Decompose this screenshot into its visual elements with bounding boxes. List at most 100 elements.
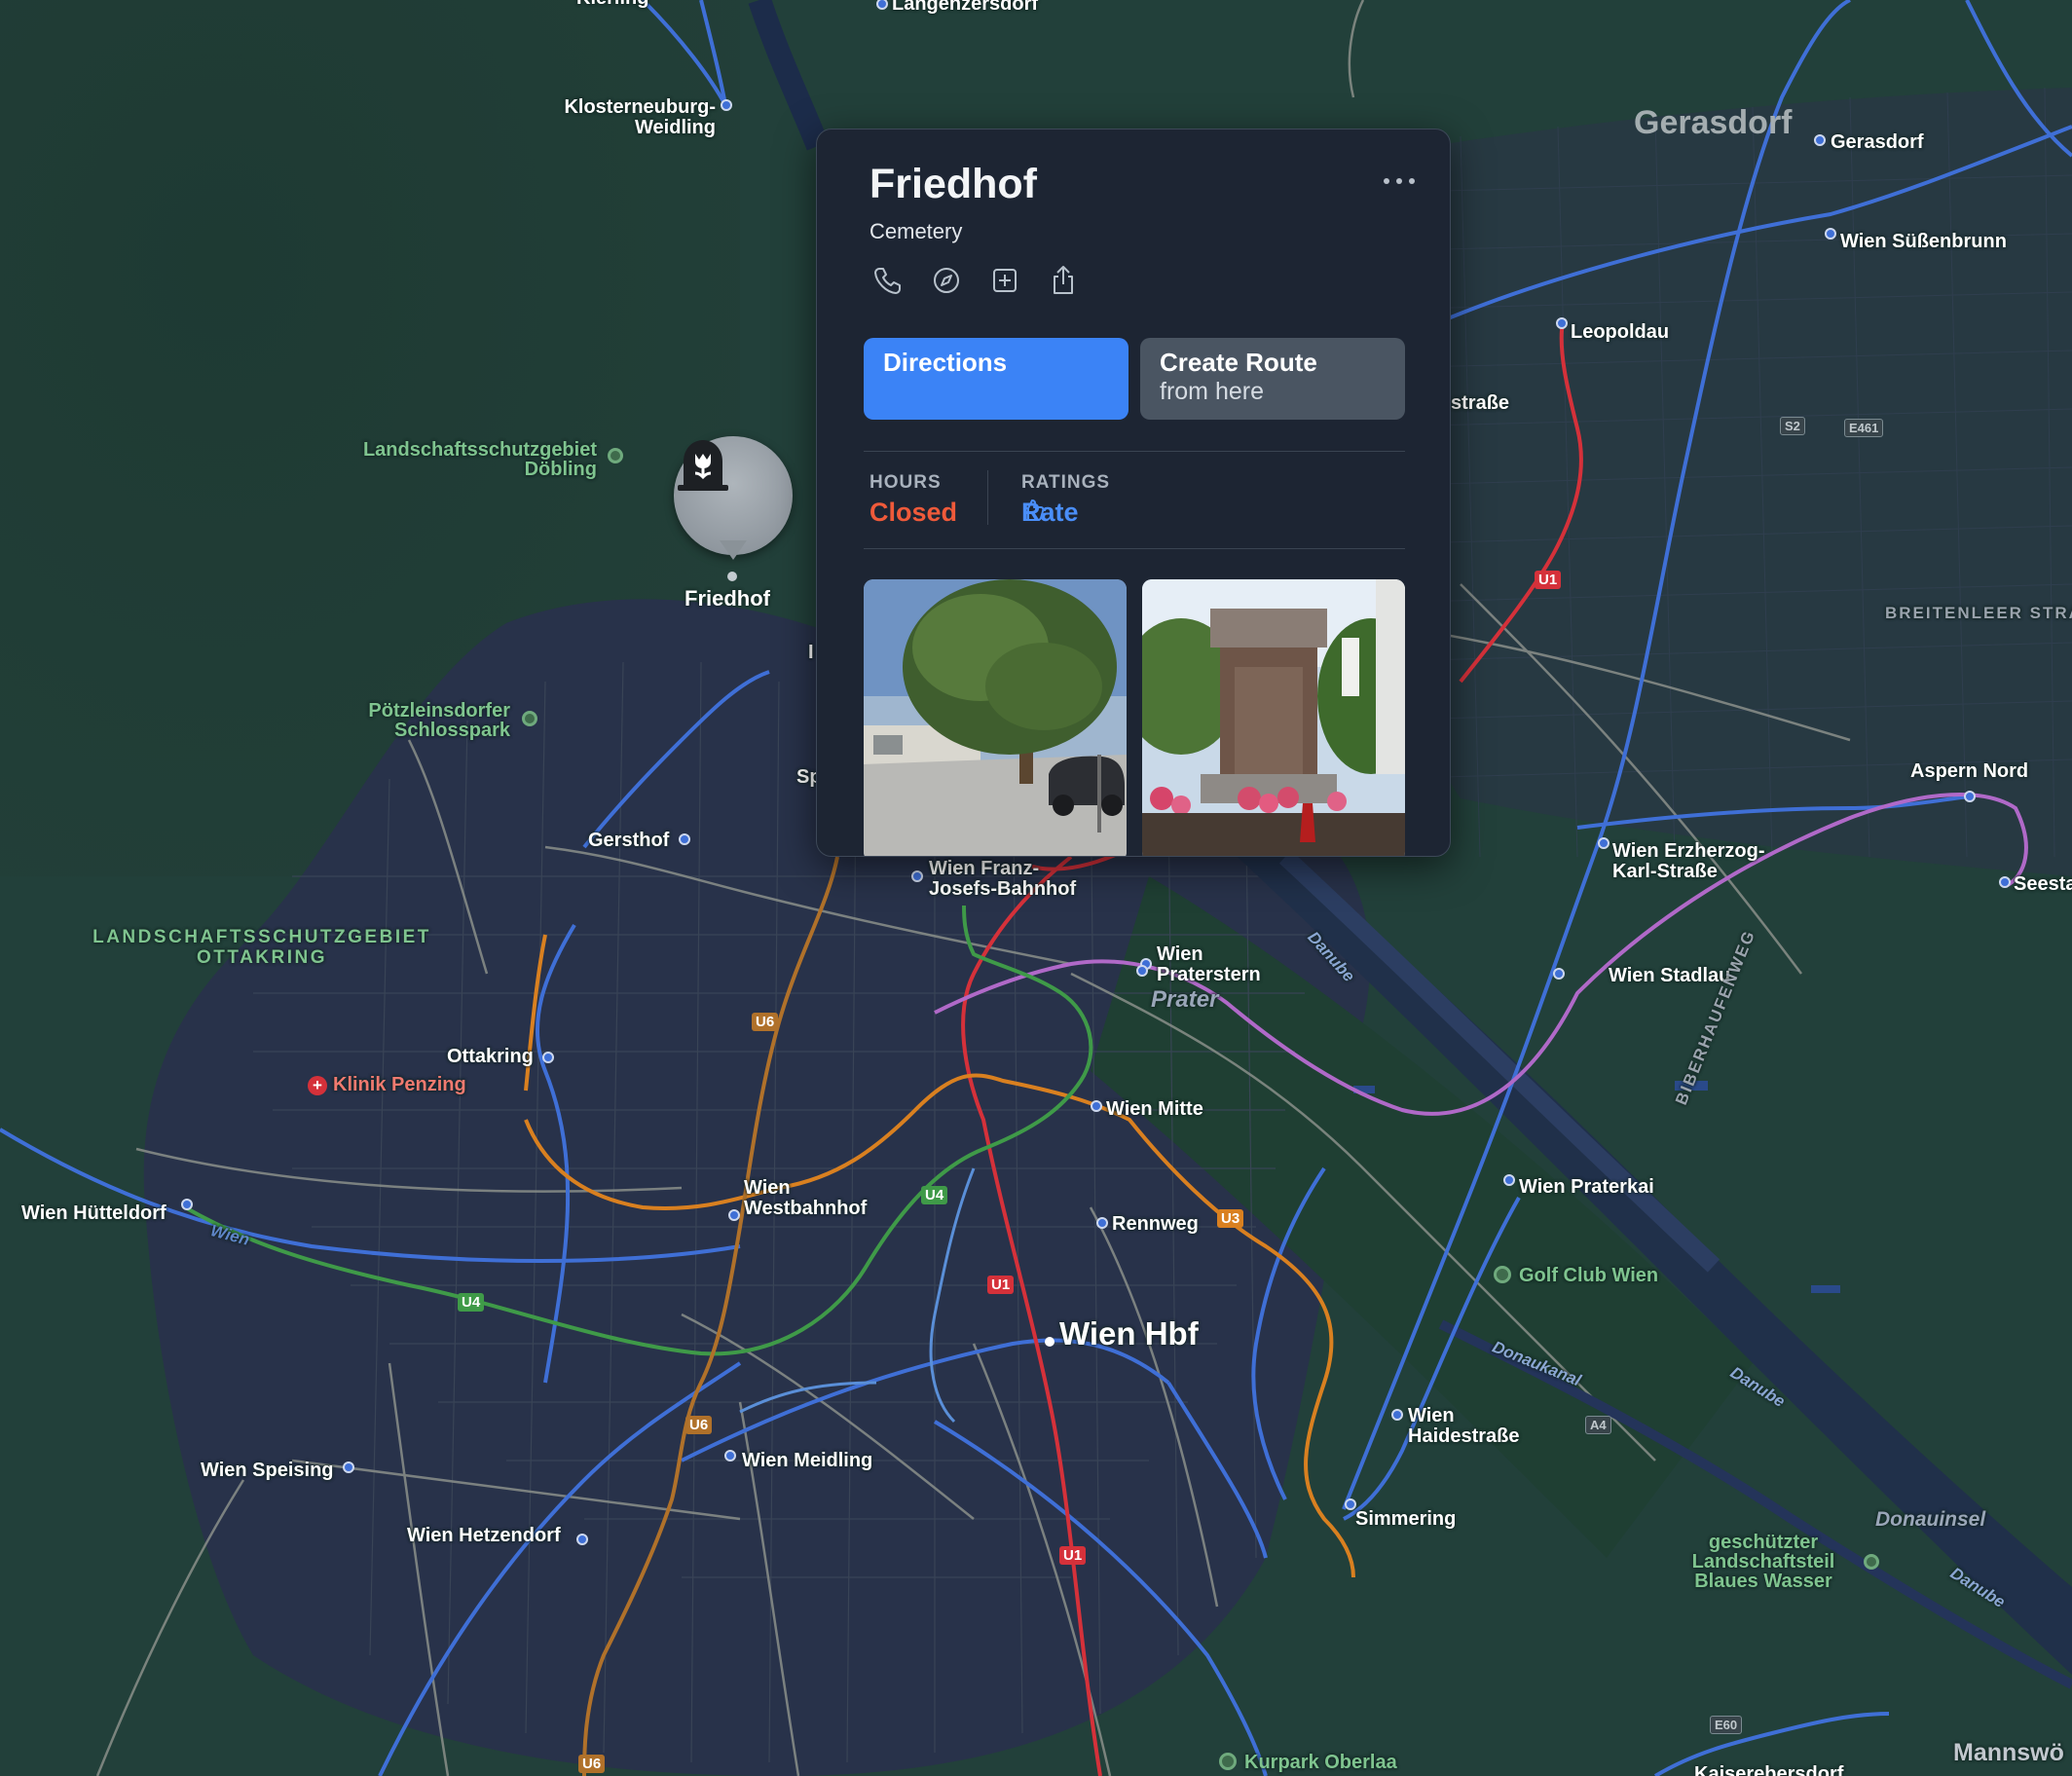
- create-route-sublabel: from here: [1160, 378, 1264, 405]
- divider: [864, 548, 1405, 549]
- rate-button[interactable]: Rate: [1021, 498, 1079, 528]
- dot: [1384, 178, 1389, 184]
- label-golf-text: Golf Club Wien: [1519, 1265, 1659, 1286]
- website-button[interactable]: [930, 264, 963, 297]
- label-golf: Golf Club Wien: [1494, 1266, 1658, 1285]
- add-icon: [993, 269, 1017, 292]
- label-stadlau: Wien Stadlau: [1609, 965, 1731, 986]
- line-shield-u6: U6: [752, 1013, 779, 1031]
- label-seestadt: Seesta: [2014, 873, 2072, 895]
- label-praterstern: Wien Praterstern: [1157, 944, 1261, 985]
- park-marker-doebling[interactable]: [608, 448, 623, 463]
- label-blaues-wasser: geschützter Landschaftsteil Blaues Wasse…: [1691, 1532, 1835, 1592]
- label-prater: Prater: [1151, 986, 1219, 1013]
- line-shield-u4: U4: [921, 1186, 948, 1204]
- thumbs-up-icon: [1023, 500, 1045, 521]
- share-button[interactable]: [1047, 264, 1080, 297]
- dot: [1409, 178, 1415, 184]
- directions-label: Directions: [883, 348, 1008, 377]
- label-donauinsel: Donauinsel: [1875, 1508, 1986, 1531]
- phone-icon: [874, 268, 901, 294]
- dot: [1396, 178, 1402, 184]
- label-hbf: Wien Hbf: [1059, 1315, 1199, 1351]
- cemetery-pin[interactable]: [674, 436, 793, 555]
- label-klosterneuburg: Klosterneuburg- Weidling: [564, 96, 716, 138]
- label-simmering: Simmering: [1355, 1508, 1457, 1530]
- label-park-ottakring: LANDSCHAFTSSCHUTZGEBIET OTTAKRING: [92, 927, 431, 968]
- line-shield-u4: U4: [458, 1293, 485, 1312]
- ratings-label: RATINGS: [1021, 472, 1111, 493]
- label-hetzendorf: Wien Hetzendorf: [407, 1525, 561, 1546]
- kurpark-marker[interactable]: [1219, 1753, 1237, 1770]
- label-franz-josefs: Wien Franz- Josefs-Bahnhof: [929, 858, 1077, 900]
- road-shield-a4: A4: [1585, 1416, 1611, 1434]
- label-gerasdorf-area: Gerasdorf: [1634, 104, 1793, 141]
- hours-status: Closed: [870, 498, 958, 527]
- label-aspern: Aspern Nord: [1910, 760, 2029, 782]
- label-gerasdorf: Gerasdorf: [1831, 131, 1924, 153]
- line-shield-u1: U1: [1535, 571, 1562, 589]
- label-huetteldorf: Wien Hütteldorf: [21, 1202, 166, 1224]
- photo-street[interactable]: [864, 579, 1127, 856]
- label-rennweg: Rennweg: [1112, 1213, 1199, 1235]
- line-shield-u6: U6: [685, 1416, 713, 1434]
- pin-location-dot: [727, 572, 737, 581]
- road-shield-s2: S2: [1780, 417, 1805, 435]
- label-mitte: Wien Mitte: [1106, 1098, 1203, 1120]
- divider: [864, 451, 1405, 452]
- park-marker-blaues-wasser[interactable]: [1864, 1554, 1879, 1570]
- photo-grave-image: [1142, 579, 1405, 856]
- label-gersthof: Gersthof: [588, 830, 670, 851]
- golf-marker[interactable]: [1494, 1266, 1511, 1283]
- compass-icon: [934, 268, 959, 293]
- call-button[interactable]: [871, 264, 905, 297]
- road-shield-e461: E461: [1844, 419, 1884, 437]
- label-kurpark-text: Kurpark Oberlaa: [1244, 1752, 1397, 1773]
- label-ottakring: Ottakring: [447, 1046, 534, 1067]
- cemetery-icon: [678, 440, 728, 491]
- place-card: Friedhof Cemetery Directions Create Rout…: [816, 129, 1451, 857]
- label-suessenbrunn: Wien Süßenbrunn: [1840, 231, 2007, 252]
- label-strasse: straße: [1451, 392, 1510, 414]
- map-view[interactable]: Kierling Langenzersdorf Klosterneuburg- …: [0, 0, 2072, 1776]
- place-title: Friedhof: [870, 161, 1037, 207]
- label-erzherzog: Wien Erzherzog- Karl-Straße: [1612, 840, 1765, 882]
- label-speising: Wien Speising: [201, 1460, 334, 1481]
- label-kurpark: Kurpark Oberlaa: [1219, 1753, 1397, 1772]
- hours-label: HOURS: [870, 472, 942, 493]
- vertical-divider: [987, 470, 988, 525]
- label-westbahnhof: Wien Westbahnhof: [744, 1177, 868, 1219]
- create-route-button[interactable]: Create Route from here: [1140, 338, 1405, 420]
- line-shield-u3: U3: [1217, 1209, 1244, 1228]
- label-leopoldau: Leopoldau: [1571, 321, 1670, 343]
- label-langenzersdorf: Langenzersdorf: [892, 0, 1039, 15]
- label-haidestrasse: Wien Haidestraße: [1408, 1405, 1520, 1447]
- photo-grave[interactable]: [1142, 579, 1405, 856]
- label-mannswoerth: Mannswö: [1953, 1739, 2064, 1766]
- line-shield-u1: U1: [987, 1276, 1015, 1294]
- label-breitenlee: BREITENLEER STRA: [1885, 604, 2072, 622]
- label-kierling: Kierling: [576, 0, 648, 9]
- create-route-label: Create Route: [1160, 348, 1317, 377]
- label-kaiserebersdorf: Kaiserebersdorf: [1694, 1763, 1844, 1776]
- label-klinik-penzing[interactable]: + Klinik Penzing: [308, 1075, 466, 1095]
- park-marker-poetzleinsdorf[interactable]: [522, 711, 537, 726]
- hospital-icon: +: [308, 1076, 327, 1095]
- label-park-poetzleinsdorf: Pötzleinsdorfer Schlosspark: [368, 700, 510, 741]
- photo-street-image: [864, 579, 1127, 856]
- label-meidling: Wien Meidling: [742, 1450, 873, 1471]
- pin-pointer: [720, 540, 747, 560]
- road-shield-e60: E60: [1710, 1716, 1743, 1734]
- line-shield-u6: U6: [578, 1755, 606, 1773]
- more-options-button[interactable]: [1382, 168, 1417, 192]
- label-i: I: [808, 642, 814, 663]
- line-shield-u1: U1: [1059, 1546, 1087, 1565]
- label-klinik-text: Klinik Penzing: [333, 1074, 466, 1095]
- label-praterkai: Wien Praterkai: [1519, 1176, 1654, 1198]
- share-icon: [1054, 266, 1073, 294]
- label-park-doebling: Landschaftsschutzgebiet Döbling: [362, 439, 597, 480]
- add-to-guide-button[interactable]: [988, 264, 1021, 297]
- directions-button[interactable]: Directions: [864, 338, 1128, 420]
- pin-label[interactable]: Friedhof: [684, 588, 770, 610]
- place-category: Cemetery: [870, 219, 963, 243]
